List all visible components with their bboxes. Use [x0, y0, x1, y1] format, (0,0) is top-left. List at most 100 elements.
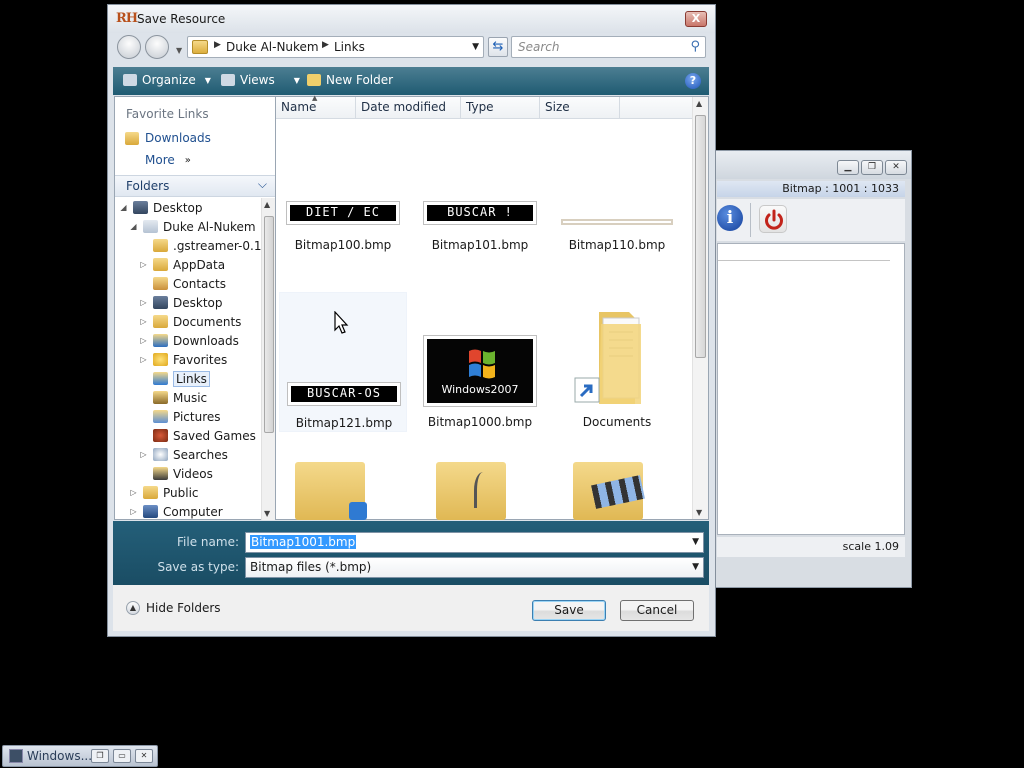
background-app-window: ▁ ❐ ✕ Bitmap : 1001 : 1033 i scale 1.09: [712, 150, 912, 588]
refresh-button[interactable]: ⇆: [488, 37, 508, 57]
tree-item[interactable]: Contacts: [139, 274, 226, 293]
search-icon[interactable]: ⚲: [690, 39, 700, 54]
music-folder-icon: [436, 462, 506, 520]
scale-status: scale 1.09: [717, 537, 905, 557]
cancel-button[interactable]: Cancel: [620, 600, 694, 621]
tree-item[interactable]: ▷ Searches: [139, 445, 227, 464]
expand-closed-icon[interactable]: ▷: [139, 355, 148, 364]
column-date-modified[interactable]: Date modified: [361, 100, 446, 114]
organize-button[interactable]: Organize ▼: [123, 73, 211, 87]
bitmap-canvas[interactable]: [717, 243, 905, 535]
file-item[interactable]: Windows2007 Bitmap1000.bmp: [416, 292, 544, 432]
favorite-more[interactable]: More »: [145, 153, 191, 167]
contacts-icon: [153, 277, 168, 290]
tree-item[interactable]: Videos: [139, 464, 213, 483]
views-button[interactable]: Views ▼: [221, 73, 300, 87]
restore-button[interactable]: ❐: [861, 160, 883, 175]
taskbar-restore-button[interactable]: ❐: [91, 749, 109, 763]
tree-item[interactable]: Music: [139, 388, 207, 407]
shortcut-icon: [349, 502, 367, 520]
chevron-down-icon[interactable]: ⌵: [258, 177, 267, 192]
scrollbar-thumb[interactable]: [264, 216, 274, 433]
tree-item[interactable]: Links: [139, 369, 210, 388]
forward-button[interactable]: [145, 35, 169, 59]
dialog-titlebar[interactable]: RH Save Resource X: [108, 5, 715, 33]
expand-closed-icon[interactable]: ▷: [139, 260, 148, 269]
tree-item[interactable]: ▷ Downloads: [139, 331, 238, 350]
tree-item[interactable]: .gstreamer-0.10: [139, 236, 261, 255]
file-list-scrollbar[interactable]: ▲ ▼: [692, 97, 708, 519]
save-as-type-select[interactable]: Bitmap files (*.bmp) ▼: [245, 557, 704, 578]
tree-item[interactable]: ▷ Computer: [129, 502, 222, 520]
expand-closed-icon[interactable]: ▷: [129, 507, 138, 516]
tree-item-label: AppData: [173, 257, 226, 272]
close-button[interactable]: ✕: [885, 160, 907, 175]
expand-closed-icon[interactable]: ▷: [139, 336, 148, 345]
expand-closed-icon[interactable]: ▷: [129, 488, 138, 497]
tree-item[interactable]: ▷ Documents: [139, 312, 241, 331]
tree-item[interactable]: ◢ Desktop: [119, 198, 202, 217]
column-type[interactable]: Type: [466, 100, 494, 114]
expand-closed-icon[interactable]: ▷: [139, 450, 148, 459]
expand-closed-icon[interactable]: ▷: [139, 317, 148, 326]
expand-closed-icon[interactable]: ▷: [139, 298, 148, 307]
tree-item-label: Saved Games: [173, 428, 256, 443]
hide-folders-button[interactable]: ▲ Hide Folders: [126, 601, 221, 615]
close-dialog-button[interactable]: X: [685, 11, 707, 27]
breadcrumb-user[interactable]: Duke Al-Nukem: [226, 40, 319, 54]
expand-open-icon[interactable]: ◢: [129, 222, 138, 231]
power-icon[interactable]: [759, 205, 787, 233]
bg-window-titlebar[interactable]: ▁ ❐ ✕: [713, 151, 911, 179]
taskbar-maximize-button[interactable]: ▭: [113, 749, 131, 763]
column-size[interactable]: Size: [545, 100, 570, 114]
tree-item[interactable]: Pictures: [139, 407, 221, 426]
folders-header[interactable]: Folders ⌵: [115, 175, 275, 197]
info-icon[interactable]: i: [717, 205, 743, 231]
file-name: Documents: [582, 415, 652, 429]
file-name-input[interactable]: Bitmap1001.bmp ▼: [245, 532, 704, 553]
taskbar-window-button[interactable]: Windows... ❐ ▭ ✕: [2, 745, 158, 767]
favorite-downloads-label: Downloads: [145, 131, 211, 145]
back-button[interactable]: [117, 35, 141, 59]
chevron-down-icon[interactable]: ▼: [692, 537, 699, 547]
column-header-row: ▲ Name Date modified Type Size: [276, 94, 694, 119]
breadcrumb-links[interactable]: Links: [334, 40, 365, 54]
tree-item[interactable]: ▷ AppData: [139, 255, 225, 274]
search-input[interactable]: Search ⚲: [511, 36, 706, 58]
file-item[interactable]: DIET / EC Bitmap100.bmp: [279, 201, 407, 262]
tree-item[interactable]: Saved Games: [139, 426, 256, 445]
folder-tree-scrollbar[interactable]: ▲ ▼: [261, 198, 275, 520]
address-dropdown-icon[interactable]: ▼: [472, 42, 479, 52]
folder-item[interactable]: [416, 462, 544, 520]
folder-item[interactable]: [553, 462, 681, 520]
expand-open-icon[interactable]: ◢: [119, 203, 128, 212]
bitmap-thumbnail: BUSCAR !: [423, 201, 537, 225]
minimize-button[interactable]: ▁: [837, 160, 859, 175]
file-item[interactable]: BUSCAR ! Bitmap101.bmp: [416, 201, 544, 262]
scrollbar-thumb[interactable]: [695, 115, 706, 358]
mouse-pointer-icon: [334, 311, 349, 334]
chevron-down-icon[interactable]: ▼: [692, 562, 699, 572]
tree-item[interactable]: ▷ Public: [129, 483, 198, 502]
recent-pages-dropdown[interactable]: ▼: [176, 46, 182, 55]
folder-icon: [153, 239, 168, 252]
new-folder-button[interactable]: New Folder: [307, 73, 393, 87]
breadcrumb-arrow-icon[interactable]: ▶: [214, 40, 221, 50]
tree-item[interactable]: ◢ Duke Al-Nukem: [129, 217, 255, 236]
search-placeholder: Search: [518, 40, 560, 54]
taskbar-close-button[interactable]: ✕: [135, 749, 153, 763]
breadcrumb-arrow-icon[interactable]: ▶: [322, 40, 329, 50]
address-bar[interactable]: ▶ Duke Al-Nukem ▶ Links ▼: [187, 36, 484, 58]
help-icon[interactable]: ?: [685, 73, 701, 89]
save-resource-dialog: RH Save Resource X ▼ ▶ Duke Al-Nukem ▶ L…: [107, 4, 716, 637]
tree-item-label: Documents: [173, 314, 242, 329]
folder-item[interactable]: [279, 462, 407, 520]
save-button[interactable]: Save: [532, 600, 606, 621]
tree-item[interactable]: ▷ Desktop: [139, 293, 222, 312]
column-name[interactable]: Name: [281, 100, 316, 114]
favorite-downloads[interactable]: Downloads: [125, 131, 211, 145]
tree-item-label: Contacts: [173, 276, 226, 291]
file-item[interactable]: Bitmap110.bmp: [553, 202, 681, 262]
tree-item[interactable]: ▷ Favorites: [139, 350, 227, 369]
folder-item[interactable]: Documents: [553, 292, 681, 432]
